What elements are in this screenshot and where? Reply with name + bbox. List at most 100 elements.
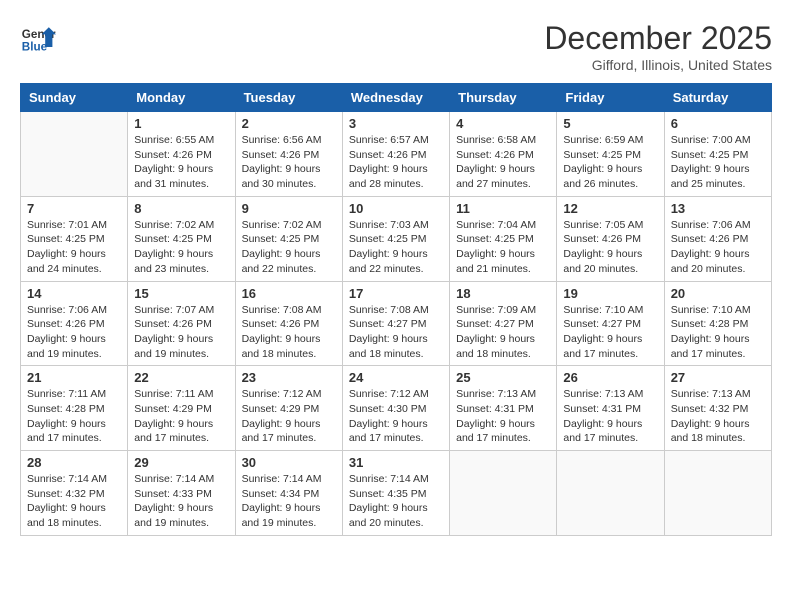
- calendar-cell: 14 Sunrise: 7:06 AM Sunset: 4:26 PM Dayli…: [21, 281, 128, 366]
- day-number: 7: [27, 201, 121, 216]
- day-number: 12: [563, 201, 657, 216]
- day-info: Sunrise: 7:05 AM Sunset: 4:26 PM Dayligh…: [563, 218, 657, 277]
- calendar-cell: 5Sunrise: 6:59 AM Sunset: 4:25 PM Daylig…: [557, 112, 664, 197]
- month-title: December 2025: [544, 20, 772, 57]
- day-info: Sunrise: 7:11 AM Sunset: 4:29 PM Dayligh…: [134, 387, 228, 446]
- day-number: 4: [456, 116, 550, 131]
- day-info: Sunrise: 7:10 AM Sunset: 4:27 PM Dayligh…: [563, 303, 657, 362]
- day-number: 11: [456, 201, 550, 216]
- day-info: Sunrise: 7:08 AM Sunset: 4:27 PM Dayligh…: [349, 303, 443, 362]
- calendar-cell: 22 Sunrise: 7:11 AM Sunset: 4:29 PM Dayli…: [128, 366, 235, 451]
- day-info: Sunrise: 7:12 AM Sunset: 4:29 PM Dayligh…: [242, 387, 336, 446]
- calendar-cell: 16 Sunrise: 7:08 AM Sunset: 4:26 PM Dayli…: [235, 281, 342, 366]
- day-info: Sunrise: 7:13 AM Sunset: 4:31 PM Dayligh…: [456, 387, 550, 446]
- calendar-cell: 10Sunrise: 7:03 AM Sunset: 4:25 PM Dayli…: [342, 196, 449, 281]
- day-number: 15: [134, 286, 228, 301]
- calendar-cell: [21, 112, 128, 197]
- calendar-cell: 18 Sunrise: 7:09 AM Sunset: 4:27 PM Dayli…: [450, 281, 557, 366]
- weekday-header-sunday: Sunday: [21, 84, 128, 112]
- day-number: 18: [456, 286, 550, 301]
- day-info: Sunrise: 7:02 AM Sunset: 4:25 PM Dayligh…: [242, 218, 336, 277]
- calendar-cell: 12 Sunrise: 7:05 AM Sunset: 4:26 PM Dayli…: [557, 196, 664, 281]
- location: Gifford, Illinois, United States: [544, 57, 772, 73]
- calendar-cell: 23 Sunrise: 7:12 AM Sunset: 4:29 PM Dayli…: [235, 366, 342, 451]
- calendar-cell: [557, 451, 664, 536]
- day-number: 1: [134, 116, 228, 131]
- weekday-header-tuesday: Tuesday: [235, 84, 342, 112]
- day-number: 16: [242, 286, 336, 301]
- page-header: General Blue December 2025 Gifford, Illi…: [20, 20, 772, 73]
- day-info: Sunrise: 7:08 AM Sunset: 4:26 PM Dayligh…: [242, 303, 336, 362]
- calendar-body: 1Sunrise: 6:55 AM Sunset: 4:26 PM Daylig…: [21, 112, 772, 536]
- day-number: 14: [27, 286, 121, 301]
- day-info: Sunrise: 6:56 AM Sunset: 4:26 PM Dayligh…: [242, 133, 336, 192]
- calendar-cell: 8 Sunrise: 7:02 AM Sunset: 4:25 PM Daylig…: [128, 196, 235, 281]
- day-number: 17: [349, 286, 443, 301]
- day-info: Sunrise: 7:04 AM Sunset: 4:25 PM Dayligh…: [456, 218, 550, 277]
- day-number: 24: [349, 370, 443, 385]
- calendar-cell: 29Sunrise: 7:14 AM Sunset: 4:33 PM Dayli…: [128, 451, 235, 536]
- day-number: 20: [671, 286, 765, 301]
- weekday-header-thursday: Thursday: [450, 84, 557, 112]
- calendar-cell: 13Sunrise: 7:06 AM Sunset: 4:26 PM Dayli…: [664, 196, 771, 281]
- week-row-1: 1Sunrise: 6:55 AM Sunset: 4:26 PM Daylig…: [21, 112, 772, 197]
- logo-icon: General Blue: [20, 20, 56, 56]
- day-info: Sunrise: 7:07 AM Sunset: 4:26 PM Dayligh…: [134, 303, 228, 362]
- day-number: 2: [242, 116, 336, 131]
- calendar-cell: [664, 451, 771, 536]
- weekday-header-row: SundayMondayTuesdayWednesdayThursdayFrid…: [21, 84, 772, 112]
- day-number: 28: [27, 455, 121, 470]
- week-row-3: 14 Sunrise: 7:06 AM Sunset: 4:26 PM Dayli…: [21, 281, 772, 366]
- calendar-cell: 21 Sunrise: 7:11 AM Sunset: 4:28 PM Dayli…: [21, 366, 128, 451]
- title-block: December 2025 Gifford, Illinois, United …: [544, 20, 772, 73]
- day-info: Sunrise: 7:13 AM Sunset: 4:31 PM Dayligh…: [563, 387, 657, 446]
- weekday-header-monday: Monday: [128, 84, 235, 112]
- day-number: 6: [671, 116, 765, 131]
- day-info: Sunrise: 7:09 AM Sunset: 4:27 PM Dayligh…: [456, 303, 550, 362]
- day-info: Sunrise: 7:02 AM Sunset: 4:25 PM Dayligh…: [134, 218, 228, 277]
- day-info: Sunrise: 7:06 AM Sunset: 4:26 PM Dayligh…: [27, 303, 121, 362]
- calendar-cell: 27 Sunrise: 7:13 AM Sunset: 4:32 PM Dayli…: [664, 366, 771, 451]
- week-row-4: 21 Sunrise: 7:11 AM Sunset: 4:28 PM Dayli…: [21, 366, 772, 451]
- day-info: Sunrise: 7:10 AM Sunset: 4:28 PM Dayligh…: [671, 303, 765, 362]
- day-number: 8: [134, 201, 228, 216]
- calendar-cell: 7Sunrise: 7:01 AM Sunset: 4:25 PM Daylig…: [21, 196, 128, 281]
- day-info: Sunrise: 7:12 AM Sunset: 4:30 PM Dayligh…: [349, 387, 443, 446]
- day-number: 3: [349, 116, 443, 131]
- day-number: 27: [671, 370, 765, 385]
- day-number: 21: [27, 370, 121, 385]
- calendar-cell: 1Sunrise: 6:55 AM Sunset: 4:26 PM Daylig…: [128, 112, 235, 197]
- calendar-cell: [450, 451, 557, 536]
- day-info: Sunrise: 7:13 AM Sunset: 4:32 PM Dayligh…: [671, 387, 765, 446]
- week-row-5: 28Sunrise: 7:14 AM Sunset: 4:32 PM Dayli…: [21, 451, 772, 536]
- weekday-header-wednesday: Wednesday: [342, 84, 449, 112]
- day-number: 31: [349, 455, 443, 470]
- week-row-2: 7Sunrise: 7:01 AM Sunset: 4:25 PM Daylig…: [21, 196, 772, 281]
- calendar-cell: 9 Sunrise: 7:02 AM Sunset: 4:25 PM Daylig…: [235, 196, 342, 281]
- calendar-cell: 19Sunrise: 7:10 AM Sunset: 4:27 PM Dayli…: [557, 281, 664, 366]
- calendar-cell: 2 Sunrise: 6:56 AM Sunset: 4:26 PM Daylig…: [235, 112, 342, 197]
- calendar-cell: 20 Sunrise: 7:10 AM Sunset: 4:28 PM Dayli…: [664, 281, 771, 366]
- day-number: 30: [242, 455, 336, 470]
- day-number: 22: [134, 370, 228, 385]
- day-info: Sunrise: 7:11 AM Sunset: 4:28 PM Dayligh…: [27, 387, 121, 446]
- weekday-header-friday: Friday: [557, 84, 664, 112]
- calendar-cell: 24 Sunrise: 7:12 AM Sunset: 4:30 PM Dayli…: [342, 366, 449, 451]
- day-number: 26: [563, 370, 657, 385]
- day-info: Sunrise: 7:03 AM Sunset: 4:25 PM Dayligh…: [349, 218, 443, 277]
- calendar-cell: 31Sunrise: 7:14 AM Sunset: 4:35 PM Dayli…: [342, 451, 449, 536]
- calendar-table: SundayMondayTuesdayWednesdayThursdayFrid…: [20, 83, 772, 536]
- calendar-cell: 15 Sunrise: 7:07 AM Sunset: 4:26 PM Dayli…: [128, 281, 235, 366]
- day-number: 29: [134, 455, 228, 470]
- day-number: 9: [242, 201, 336, 216]
- day-number: 23: [242, 370, 336, 385]
- calendar-cell: 25Sunrise: 7:13 AM Sunset: 4:31 PM Dayli…: [450, 366, 557, 451]
- calendar-cell: 30Sunrise: 7:14 AM Sunset: 4:34 PM Dayli…: [235, 451, 342, 536]
- svg-text:Blue: Blue: [22, 41, 48, 54]
- logo: General Blue: [20, 20, 56, 56]
- day-info: Sunrise: 6:58 AM Sunset: 4:26 PM Dayligh…: [456, 133, 550, 192]
- weekday-header-saturday: Saturday: [664, 84, 771, 112]
- calendar-cell: 3Sunrise: 6:57 AM Sunset: 4:26 PM Daylig…: [342, 112, 449, 197]
- calendar-cell: 17 Sunrise: 7:08 AM Sunset: 4:27 PM Dayli…: [342, 281, 449, 366]
- calendar-cell: 28Sunrise: 7:14 AM Sunset: 4:32 PM Dayli…: [21, 451, 128, 536]
